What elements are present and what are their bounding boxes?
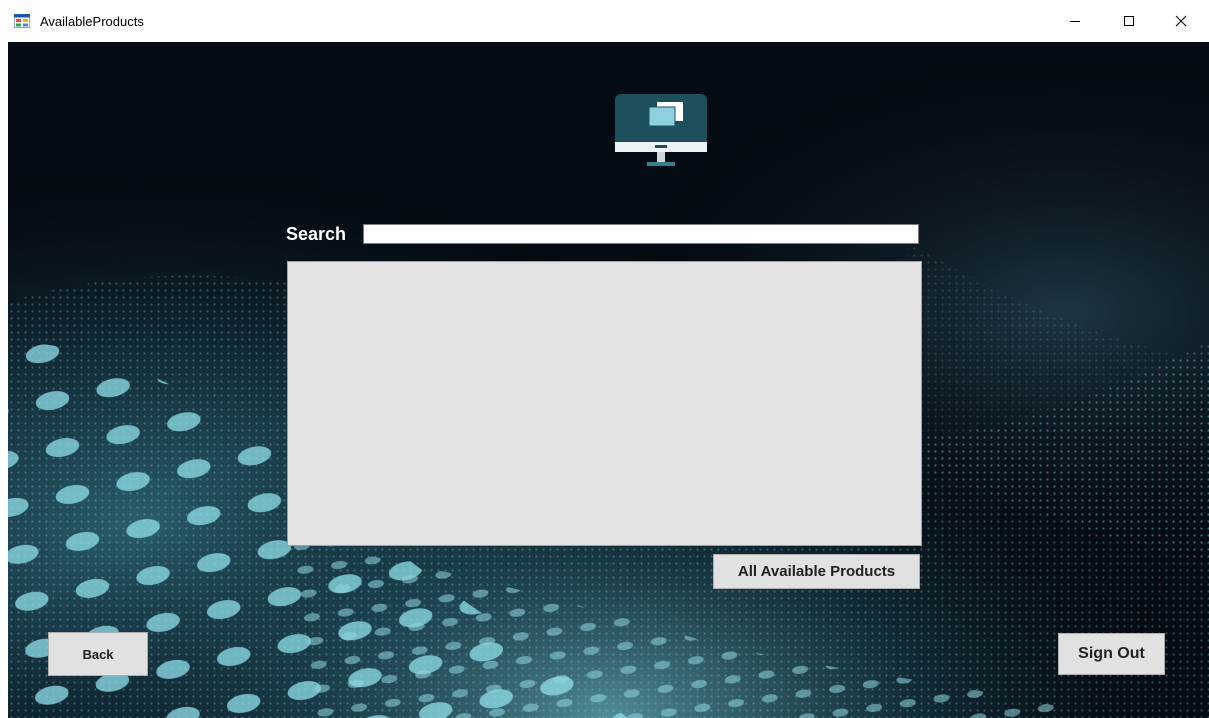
minimize-button[interactable] [1052, 4, 1098, 38]
title-bar[interactable]: AvailableProducts [0, 0, 1209, 42]
monitor-icon [615, 94, 707, 166]
back-button[interactable]: Back [48, 632, 148, 676]
sign-out-button[interactable]: Sign Out [1058, 633, 1165, 675]
available-products-list[interactable] [287, 261, 922, 546]
maximize-button[interactable] [1106, 4, 1152, 38]
app-window: AvailableProducts Search All Available P… [0, 0, 1209, 718]
all-available-products-button[interactable]: All Available Products [713, 554, 920, 589]
form-client-area: Search All Available Products Back Sign … [8, 42, 1209, 718]
search-label: Search [286, 224, 347, 244]
window-title: AvailableProducts [40, 14, 144, 29]
close-icon [1175, 15, 1187, 27]
maximize-icon [1124, 16, 1134, 26]
close-button[interactable] [1158, 4, 1204, 38]
app-form-icon [14, 14, 30, 28]
minimize-icon [1070, 21, 1080, 22]
search-input[interactable] [363, 224, 919, 244]
